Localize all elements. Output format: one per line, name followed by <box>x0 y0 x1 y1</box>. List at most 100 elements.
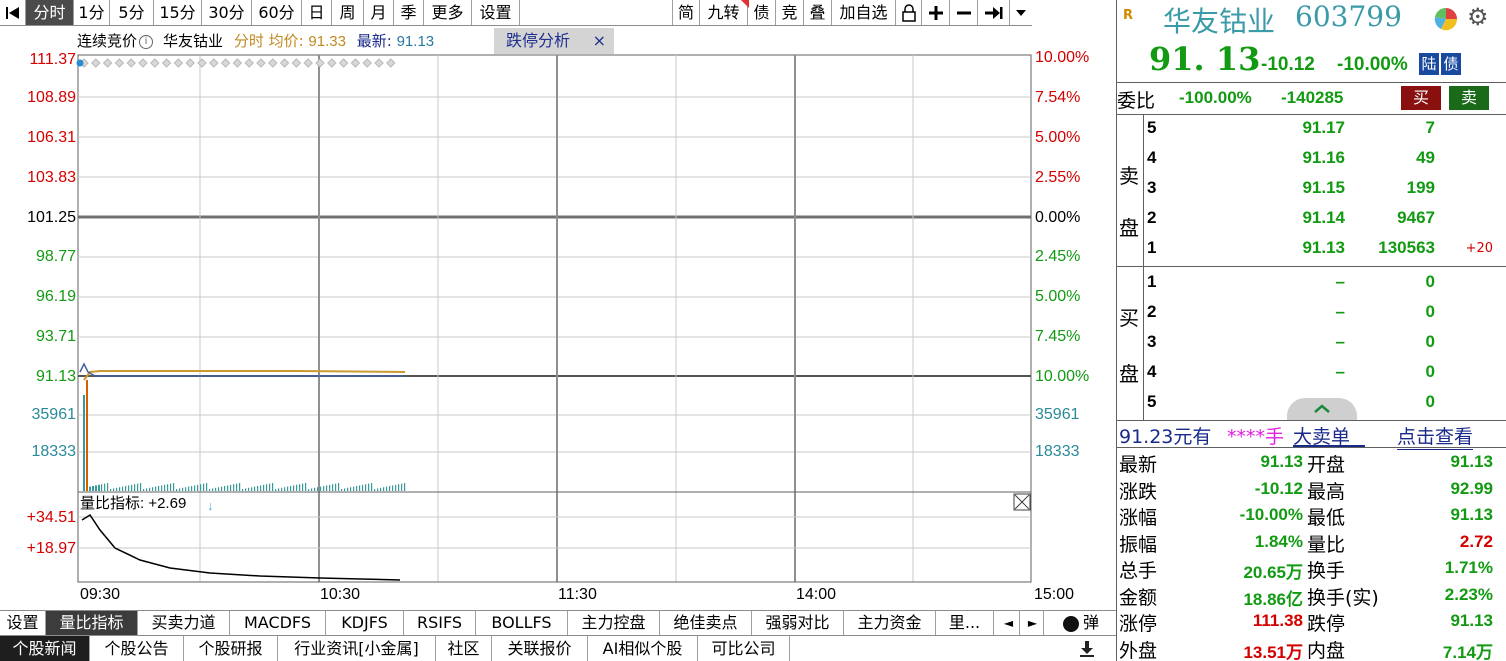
volume-bar <box>203 483 205 491</box>
stat-value: 91.13 <box>1260 452 1303 471</box>
expand-book-button[interactable] <box>1287 398 1357 420</box>
stat-value: 2.72 <box>1459 531 1493 551</box>
axis-left-label: 18333 <box>31 443 77 460</box>
news-tab-community[interactable]: 社区 <box>436 636 492 661</box>
indicator-tab-kdj[interactable]: KDJFS <box>326 611 404 635</box>
volume-bar <box>221 486 223 491</box>
volume-bar <box>152 487 154 491</box>
volume-bar <box>368 483 370 491</box>
volume-bar <box>365 484 367 491</box>
gear-icon[interactable]: ⚙ <box>1467 3 1489 31</box>
indicator-tab-volume-ratio[interactable]: 量比指标 <box>46 611 138 635</box>
buy-button[interactable]: 买 <box>1401 86 1441 110</box>
auction-marker <box>279 58 290 68</box>
stat-value: 91.13 <box>1450 611 1493 630</box>
volume-bar <box>242 489 244 491</box>
volume-bar <box>254 486 256 491</box>
auction-marker <box>350 58 361 68</box>
book-level: 4 <box>1147 362 1157 381</box>
view-big-order-link[interactable]: 点击查看 <box>1397 422 1474 450</box>
price-change: -10.12 <box>1261 54 1315 75</box>
volume-bar <box>140 483 142 491</box>
volume-bar <box>89 486 91 491</box>
stat-value: 2.23% <box>1444 584 1493 604</box>
book-level: 2 <box>1147 302 1157 321</box>
volume-bar <box>401 483 403 491</box>
volume-bar <box>329 484 331 491</box>
stat-value: 13.51万 <box>1243 642 1303 661</box>
auction-marker <box>150 58 160 68</box>
volume-bar <box>107 483 109 491</box>
axis-right-label: 7.54% <box>1035 89 1081 106</box>
order-ratio-label: 委比 <box>1117 90 1156 112</box>
news-tab-comparable[interactable]: 可比公司 <box>698 636 790 661</box>
volume-bar <box>215 487 217 491</box>
volume-bar <box>320 486 322 491</box>
news-tab-research[interactable]: 个股研报 <box>184 636 278 661</box>
volume-bar <box>149 487 151 491</box>
indicator-tab-boll[interactable]: BOLLFS <box>476 611 568 635</box>
indicator-tab-strength[interactable]: 强弱对比 <box>752 611 844 635</box>
scroll-right-icon[interactable]: ► <box>1022 611 1044 635</box>
axis-left-label: 108.89 <box>27 89 76 106</box>
axis-right-label: 5.00% <box>1035 129 1081 146</box>
book-volume: 0 <box>1425 272 1435 291</box>
volume-bar <box>323 486 325 491</box>
quote-panel: R 华友钴业 603799 ⚙ 91. 13 -10.12 -10.00% 陆 … <box>1116 0 1506 661</box>
news-tab-stock-news[interactable]: 个股新闻 <box>0 636 90 661</box>
sell-button[interactable]: 卖 <box>1449 86 1489 110</box>
volume-bar <box>392 485 394 491</box>
volume-bar <box>359 485 361 491</box>
axis-left-label: 106.31 <box>27 129 76 146</box>
news-tab-related-quotes[interactable]: 关联报价 <box>492 636 588 661</box>
news-tab-announcements[interactable]: 个股公告 <box>90 636 184 661</box>
volume-bar <box>95 485 97 491</box>
connect-badge[interactable]: 陆 <box>1419 53 1439 75</box>
download-icon[interactable] <box>1072 636 1102 661</box>
indicator-tab-more[interactable]: 里... <box>936 611 994 635</box>
volume-bar <box>362 484 364 491</box>
stat-label: 量比 <box>1307 533 1346 556</box>
price-change-pct: -10.00% <box>1337 54 1408 75</box>
news-tab-ai-similar[interactable]: AI相似个股 <box>588 636 698 661</box>
indicator-settings-tab[interactable]: 设置 <box>0 611 46 635</box>
indicator-tab-main-control[interactable]: 主力控盘 <box>568 611 660 635</box>
indicator-tab-sell-point[interactable]: 绝佳卖点 <box>660 611 752 635</box>
stat-value: 18.86亿 <box>1243 589 1303 609</box>
sell-side-label: 卖盘 <box>1119 164 1139 240</box>
volume-bar <box>143 489 145 491</box>
auction-marker <box>138 58 148 68</box>
buy-side-label: 买盘 <box>1119 306 1139 386</box>
indicator-tab-buy-sell-force[interactable]: 买卖力道 <box>138 611 230 635</box>
stat-label: 外盘 <box>1119 639 1158 661</box>
auction-marker <box>220 58 231 68</box>
axis-right-label: 2.45% <box>1035 248 1081 265</box>
volume-bar <box>389 486 391 491</box>
indicator-tab-main-funds[interactable]: 主力资金 <box>844 611 936 635</box>
volume-bar <box>125 486 127 491</box>
volume-bar <box>239 483 241 491</box>
indicator-tab-macd[interactable]: MACDFS <box>230 611 326 635</box>
stat-value: 1.84% <box>1254 531 1303 551</box>
volume-bar <box>212 488 214 491</box>
axis-left-label: 111.37 <box>29 51 76 68</box>
big-order-volume: ****手 <box>1227 426 1285 448</box>
intraday-chart[interactable] <box>0 0 1116 610</box>
time-axis-label: 15:00 <box>1034 586 1075 603</box>
volume-bar <box>263 484 265 491</box>
stat-label: 涨幅 <box>1119 507 1158 529</box>
indicator-axis-label: +18.97 <box>26 540 76 557</box>
book-price: – <box>1335 272 1345 291</box>
pie-chart-icon[interactable] <box>1433 6 1459 32</box>
scroll-left-icon[interactable]: ◄ <box>998 611 1020 635</box>
news-tab-industry[interactable]: 行业资讯[小金属] <box>278 636 436 661</box>
chevron-up-icon <box>1314 404 1330 413</box>
volume-bar <box>335 483 337 491</box>
volume-bar <box>260 485 262 491</box>
bond-badge[interactable]: 债 <box>1441 53 1461 75</box>
volume-bar <box>404 483 406 491</box>
bounce-toggle[interactable]: 弹 <box>1050 611 1112 635</box>
indicator-tab-rsi[interactable]: RSIFS <box>404 611 476 635</box>
stat-value: 91.13 <box>1450 452 1493 471</box>
volume-bar <box>182 487 184 491</box>
